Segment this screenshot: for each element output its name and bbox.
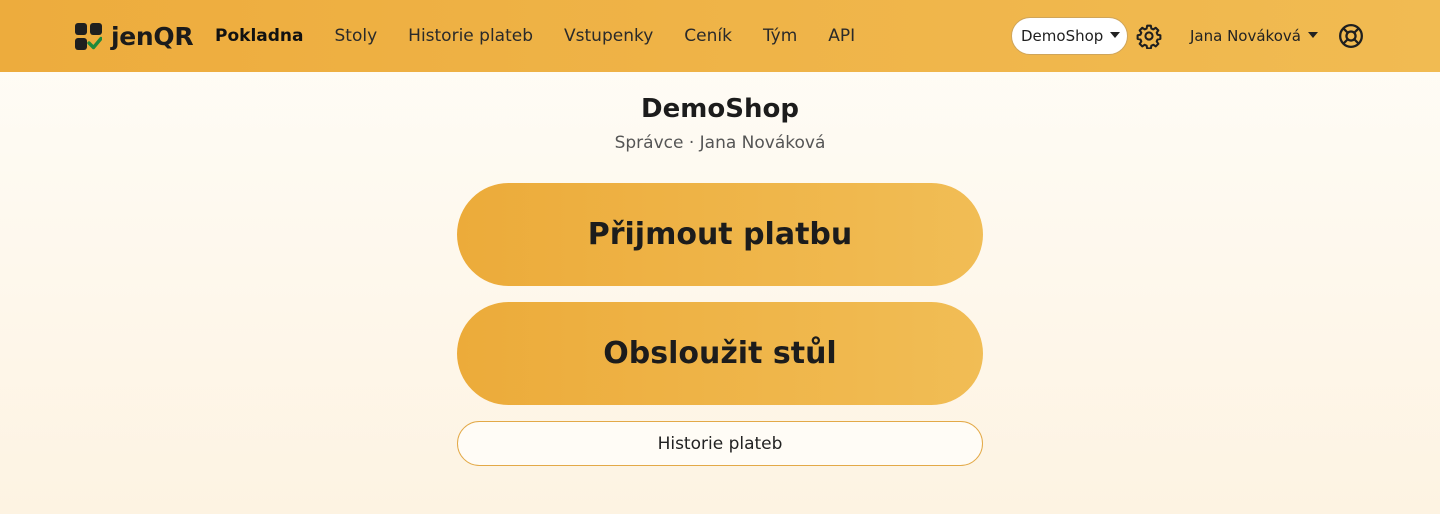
- nav-item-cenik[interactable]: Ceník: [684, 26, 732, 46]
- page-title: DemoShop: [641, 94, 799, 124]
- brand-logo-link[interactable]: jenQR: [75, 21, 194, 51]
- serve-table-button[interactable]: Obsloužit stůl: [457, 302, 983, 405]
- accept-payment-button[interactable]: Přijmout platbu: [457, 183, 983, 286]
- main-content: DemoShop Správce · Jana Nováková Přijmou…: [0, 72, 1440, 514]
- brand-name: jenQR: [111, 21, 194, 51]
- nav-item-tym[interactable]: Tým: [763, 26, 797, 46]
- top-navbar: jenQR Pokladna Stoly Historie plateb Vst…: [0, 0, 1440, 72]
- user-menu-dropdown[interactable]: Jana Nováková: [1190, 24, 1318, 48]
- qr-check-logo-icon: [75, 22, 102, 50]
- role-subtitle: Správce · Jana Nováková: [614, 133, 826, 153]
- chevron-down-icon: [1110, 32, 1121, 38]
- lifebuoy-icon[interactable]: [1338, 23, 1364, 49]
- gear-icon[interactable]: [1136, 23, 1162, 49]
- user-name: Jana Nováková: [1190, 27, 1301, 45]
- nav-item-historie-plateb[interactable]: Historie plateb: [408, 26, 533, 46]
- payment-history-button[interactable]: Historie plateb: [457, 421, 983, 466]
- nav-item-stoly[interactable]: Stoly: [335, 26, 378, 46]
- chevron-down-icon: [1307, 32, 1318, 38]
- shop-selector-dropdown[interactable]: DemoShop: [1011, 17, 1128, 55]
- nav-item-api[interactable]: API: [828, 26, 855, 46]
- nav-item-pokladna[interactable]: Pokladna: [215, 26, 304, 46]
- main-nav: Pokladna Stoly Historie plateb Vstupenky…: [215, 0, 855, 72]
- shop-selector-value: DemoShop: [1021, 27, 1104, 45]
- nav-item-vstupenky[interactable]: Vstupenky: [564, 26, 653, 46]
